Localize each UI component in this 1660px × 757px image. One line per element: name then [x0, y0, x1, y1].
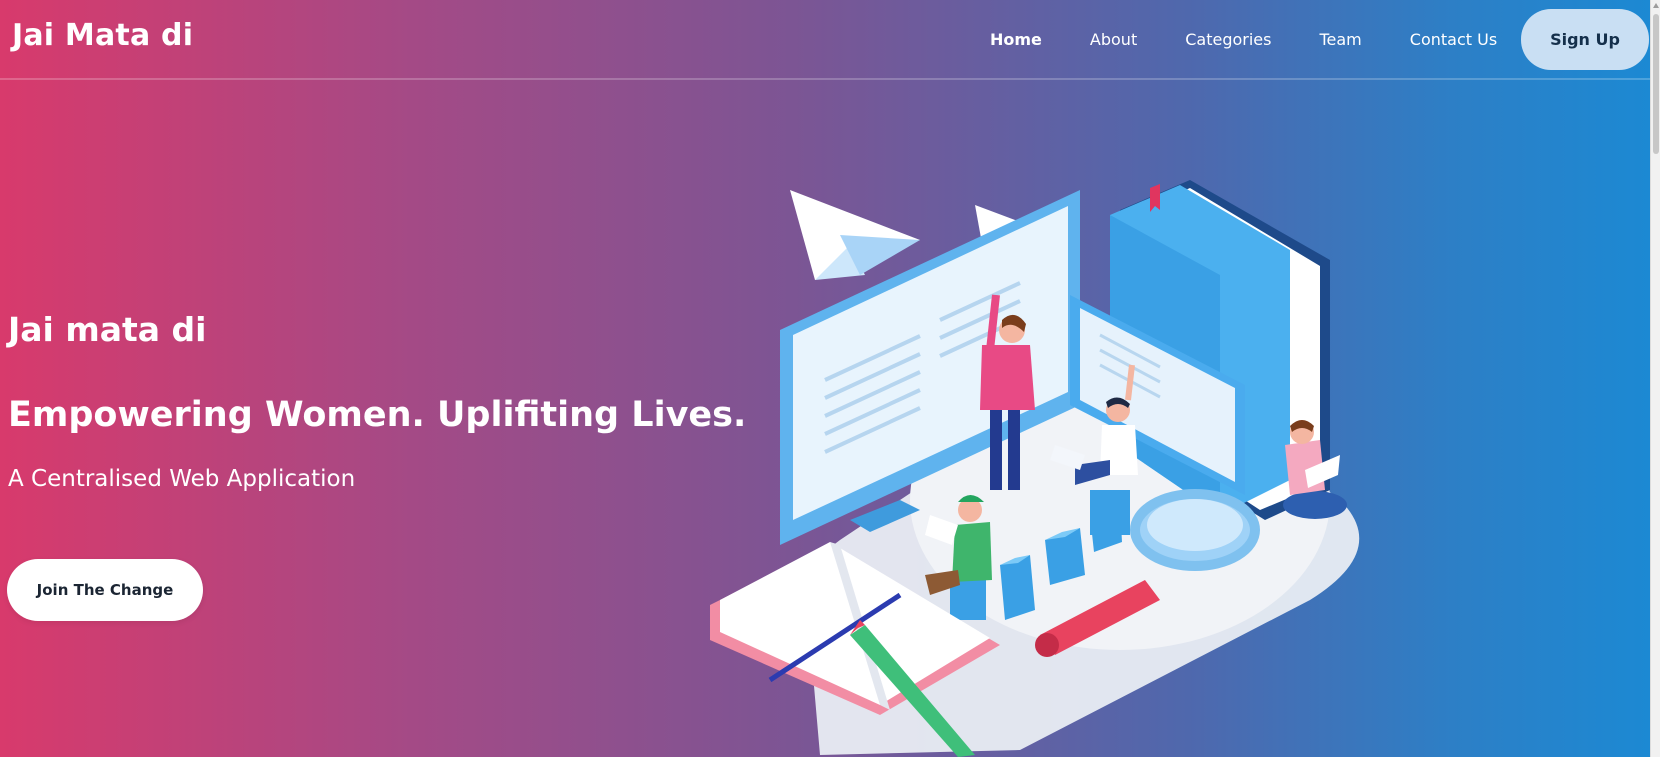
scrollbar-thumb[interactable]	[1653, 14, 1659, 154]
nav-about[interactable]: About	[1090, 30, 1137, 49]
vertical-scrollbar[interactable]	[1650, 0, 1660, 757]
hero-subheading: A Centralised Web Application	[8, 466, 356, 492]
nav-team[interactable]: Team	[1319, 30, 1361, 49]
paper-plane-icon	[790, 190, 920, 280]
page: Jai Mata di Home About Categories Team C…	[0, 0, 1650, 757]
top-navbar: Jai Mata di Home About Categories Team C…	[0, 0, 1650, 80]
nav-contact-us[interactable]: Contact Us	[1410, 30, 1497, 49]
signup-button[interactable]: Sign Up	[1521, 9, 1649, 70]
education-illustration	[710, 180, 1360, 757]
main-nav: Home About Categories Team Contact Us	[990, 30, 1545, 49]
nav-home[interactable]: Home	[990, 30, 1042, 49]
hero-title: Jai mata di	[8, 310, 207, 349]
hero-heading: Empowering Women. Uplifiting Lives.	[8, 395, 747, 435]
nav-categories[interactable]: Categories	[1185, 30, 1271, 49]
hero-title-wrap: Jai mata di	[8, 310, 206, 349]
join-the-change-button[interactable]: Join The Change	[7, 559, 203, 621]
brand-logo[interactable]: Jai Mata di	[12, 18, 193, 53]
scroll-up-icon[interactable]	[1653, 3, 1659, 8]
